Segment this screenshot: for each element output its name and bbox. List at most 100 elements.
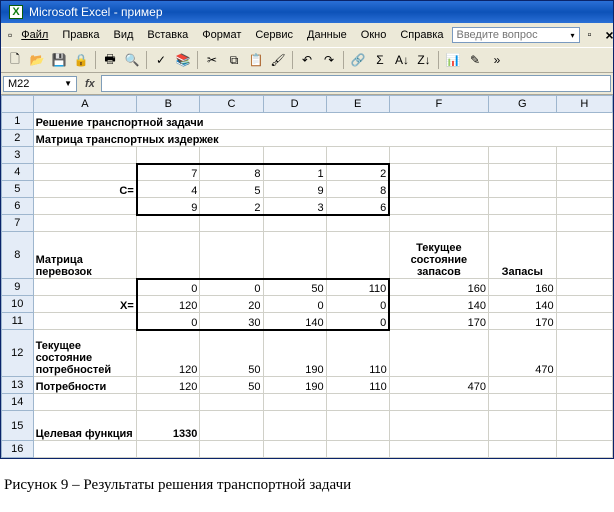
cell[interactable]: 0 [137,313,200,330]
cell[interactable]: 50 [263,279,326,296]
cell[interactable] [263,441,326,458]
cell[interactable]: 4 [137,181,200,198]
cell[interactable] [556,147,612,164]
cell[interactable]: 8 [326,181,389,198]
col-header[interactable]: E [326,96,389,113]
cell[interactable] [33,441,137,458]
open-icon[interactable]: 📂 [27,50,47,70]
cell[interactable]: Потребности [33,377,137,394]
namebox-dropdown-icon[interactable]: ▼ [64,79,72,88]
more-icon[interactable]: » [487,50,507,70]
cell[interactable] [556,296,612,313]
cell[interactable]: 140 [389,296,488,313]
cell[interactable] [33,313,137,330]
save-icon[interactable]: 💾 [49,50,69,70]
cell[interactable] [326,441,389,458]
cell[interactable] [137,394,200,411]
drawing-icon[interactable]: ✎ [465,50,485,70]
menu-insert[interactable]: Вставка [141,27,194,43]
row-header[interactable]: 6 [2,198,34,215]
menu-edit[interactable]: Правка [56,27,105,43]
cell[interactable] [389,411,488,441]
cell[interactable]: 110 [326,279,389,296]
cell[interactable]: 2 [200,198,263,215]
copy-icon[interactable]: ⧉ [224,50,244,70]
cell[interactable] [200,441,263,458]
row-header[interactable]: 8 [2,232,34,279]
cell[interactable] [389,215,488,232]
cell[interactable]: 9 [263,181,326,198]
cell[interactable] [33,164,137,181]
cell[interactable] [326,411,389,441]
cell[interactable] [326,215,389,232]
cell[interactable]: Матрица перевозок [33,232,137,279]
cell[interactable]: 20 [200,296,263,313]
cell[interactable] [389,394,488,411]
cell[interactable]: 8 [200,164,263,181]
cell[interactable]: 3 [263,198,326,215]
cell[interactable] [263,394,326,411]
restore-window-icon[interactable]: ▫ [582,27,598,43]
cell[interactable] [263,232,326,279]
cell[interactable] [556,394,612,411]
cut-icon[interactable]: ✂ [202,50,222,70]
cell[interactable]: 140 [263,313,326,330]
cell[interactable]: 50 [200,377,263,394]
cell[interactable] [556,441,612,458]
cell[interactable]: 110 [326,330,389,377]
row-header[interactable]: 15 [2,411,34,441]
cell[interactable]: 50 [200,330,263,377]
cell[interactable] [200,394,263,411]
cell[interactable] [326,394,389,411]
menu-help[interactable]: Справка [394,27,449,43]
cell[interactable]: 120 [137,330,200,377]
cell[interactable] [556,411,612,441]
name-box[interactable]: M22 ▼ [3,76,77,92]
row-header[interactable]: 10 [2,296,34,313]
cell[interactable]: 140 [488,296,556,313]
close-doc-icon[interactable]: × [599,27,614,43]
sort-desc-icon[interactable]: Z↓ [414,50,434,70]
cell[interactable] [263,411,326,441]
cell[interactable]: 470 [488,330,556,377]
cell[interactable]: 7 [137,164,200,181]
help-search[interactable]: ▾ [452,27,580,43]
cell[interactable] [488,377,556,394]
col-header[interactable]: G [488,96,556,113]
cell[interactable]: 120 [137,377,200,394]
cell[interactable]: 120 [137,296,200,313]
cell[interactable]: 9 [137,198,200,215]
cell[interactable] [488,411,556,441]
row-header[interactable]: 16 [2,441,34,458]
cell[interactable] [389,164,488,181]
hyperlink-icon[interactable]: 🔗 [348,50,368,70]
permission-icon[interactable]: 🔒 [71,50,91,70]
cell[interactable] [326,232,389,279]
cell[interactable]: 0 [200,279,263,296]
cell[interactable] [556,198,612,215]
row-header[interactable]: 3 [2,147,34,164]
sort-asc-icon[interactable]: A↓ [392,50,412,70]
col-header[interactable]: F [389,96,488,113]
cell[interactable] [263,147,326,164]
cell[interactable] [556,313,612,330]
row-header[interactable]: 12 [2,330,34,377]
cell[interactable] [33,279,137,296]
cell[interactable] [488,198,556,215]
row-header[interactable]: 1 [2,113,34,130]
cell[interactable] [263,215,326,232]
cell[interactable]: 0 [326,296,389,313]
cell[interactable] [200,215,263,232]
preview-icon[interactable]: 🔍 [122,50,142,70]
row-header[interactable]: 2 [2,130,34,147]
cell[interactable] [556,181,612,198]
cell[interactable]: Текущее состояние запасов [389,232,488,279]
cell[interactable] [389,441,488,458]
menu-format[interactable]: Формат [196,27,247,43]
cell[interactable]: 190 [263,330,326,377]
cell[interactable] [488,441,556,458]
cell[interactable]: 470 [389,377,488,394]
new-icon[interactable]: 🗋 [5,50,25,70]
cell[interactable] [488,147,556,164]
cell[interactable] [33,394,137,411]
